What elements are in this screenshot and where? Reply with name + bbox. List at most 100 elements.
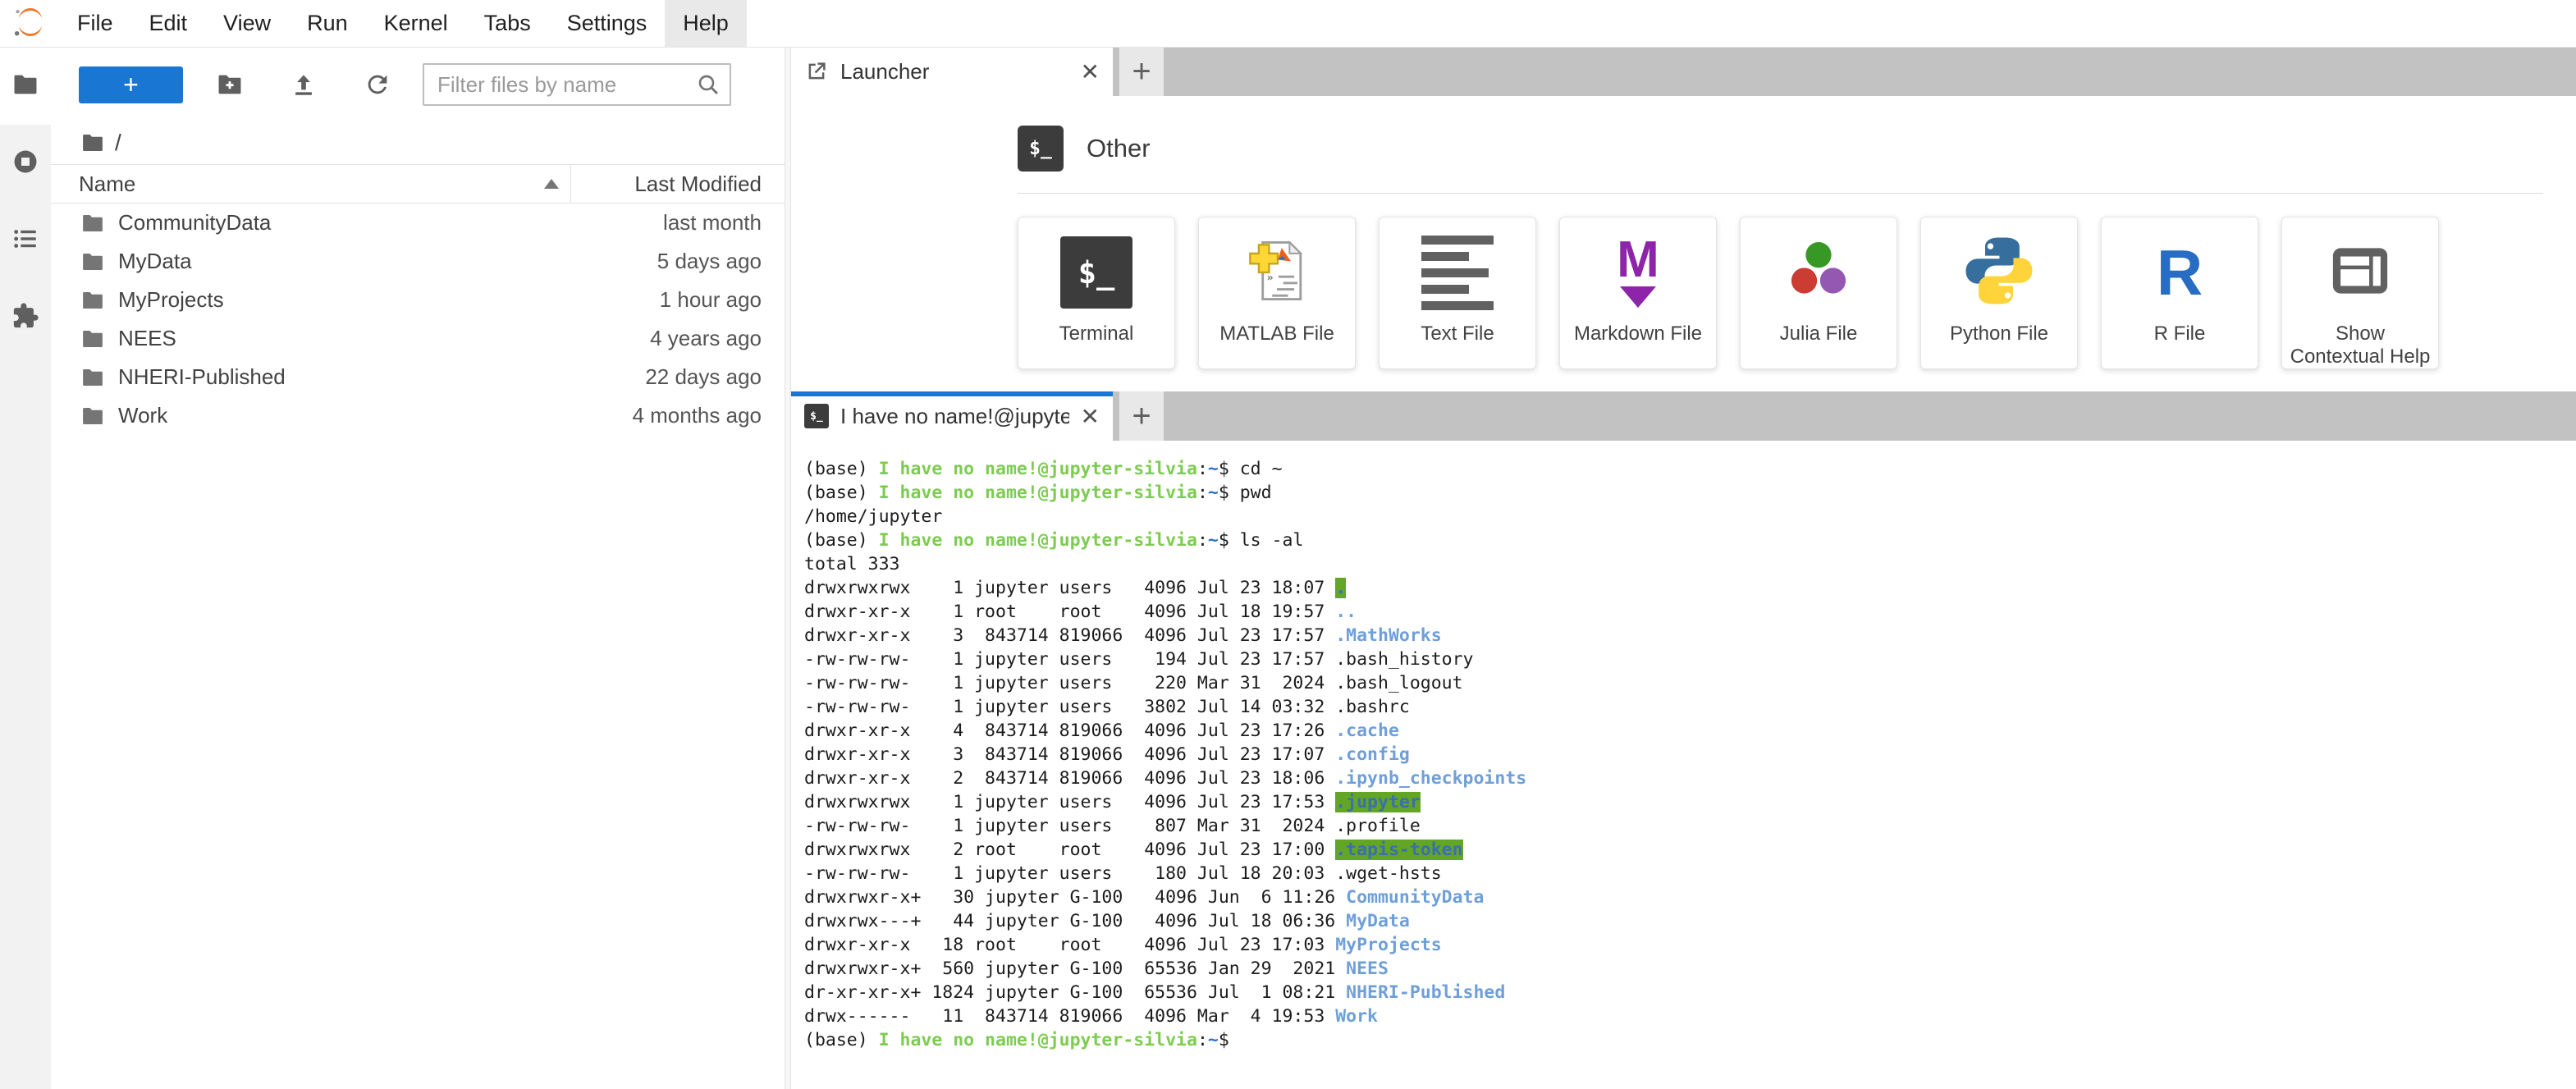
terminal-line: -rw-rw-rw- 1 jupyter users 194 Jul 23 17… [804,647,2576,671]
launcher-card-python[interactable]: Python File [1920,217,2078,369]
terminal-output[interactable]: (base) I have no name!@jupyter-silvia:~$… [791,441,2576,1089]
menu-item-settings[interactable]: Settings [549,0,666,47]
file-modified: 4 years ago [650,326,785,351]
terminal-line: -rw-rw-rw- 1 jupyter users 180 Jul 18 20… [804,862,2576,885]
file-list: CommunityDatalast monthMyData5 days agoM… [51,204,785,435]
terminal-line: drwxrwx---+ 44 jupyter G-100 4096 Jul 18… [804,909,2576,933]
menu-item-kernel[interactable]: Kernel [366,0,466,47]
file-list-header: Name Last Modified [51,164,785,204]
folder-icon [80,327,105,351]
left-sidebar [0,48,52,1089]
breadcrumb[interactable]: / [51,121,785,164]
menu-item-view[interactable]: View [205,0,289,47]
terminal-line: /home/jupyter [804,505,2576,528]
launcher-card-markdown[interactable]: MMarkdown File [1559,217,1717,369]
terminal-line: drwxr-xr-x 2 843714 819066 4096 Jul 23 1… [804,766,2576,790]
launcher-card-label: R File [2149,323,2211,345]
contextual-help-icon [2322,233,2398,313]
new-folder-icon[interactable] [216,71,244,98]
new-tab-button[interactable]: + [1119,391,1164,441]
file-browser-icon [11,71,39,103]
filter-files-input[interactable] [423,63,731,106]
terminal-icon: $_ [1060,236,1132,309]
panel-splitter[interactable] [785,48,791,1089]
main-dock: Launcher ✕ + $_ Other $_Terminal » MATLAB … [791,47,2576,1089]
terminal-line: -rw-rw-rw- 1 jupyter users 220 Mar 31 20… [804,671,2576,695]
launcher-card-label: Julia File [1775,323,1863,345]
terminal-line: drwxrwxrwx 2 root root 4096 Jul 23 17:00… [804,838,2576,862]
launcher-icon [804,59,829,84]
file-row-NHERI-Published[interactable]: NHERI-Published22 days ago [51,358,785,396]
launcher-card-text[interactable]: Text File [1379,217,1536,369]
column-header-last-modified[interactable]: Last Modified [570,165,785,203]
launcher-card-matlab[interactable]: » MATLAB File [1198,217,1356,369]
sidebar-tab-extensions[interactable] [0,279,51,356]
close-icon[interactable]: ✕ [1081,58,1100,85]
folder-icon [80,404,105,428]
menu-item-run[interactable]: Run [289,0,366,47]
filter-files-field [423,63,731,106]
search-icon [695,71,721,98]
section-divider [1018,193,2543,194]
launcher-card-terminal[interactable]: $_Terminal [1018,217,1175,369]
close-icon[interactable]: ✕ [1081,403,1100,430]
file-row-Work[interactable]: Work 4 months ago [51,396,785,435]
terminal-line: drwxr-xr-x 18 root root 4096 Jul 23 17:0… [804,933,2576,957]
r-icon: R [2157,240,2203,304]
launcher-card-label: Show Contextual Help [2282,323,2438,368]
terminal-line: (base) I have no name!@jupyter-silvia:~$… [804,481,2576,505]
file-name: Work [118,403,167,428]
terminal-icon: $_ [804,404,829,428]
terminal-line: (base) I have no name!@jupyter-silvia:~$… [804,457,2576,481]
refresh-icon[interactable] [364,71,391,98]
svg-text:»: » [1267,272,1274,284]
column-header-name[interactable]: Name [51,172,570,197]
launcher-body: $_ Other $_Terminal » MATLAB File Text File… [791,96,2576,391]
file-modified: 5 days ago [657,249,785,274]
terminal-section-icon: $_ [1018,126,1064,172]
file-modified: last month [663,210,785,236]
upload-icon[interactable] [290,71,318,98]
tab-terminal[interactable]: $_ I have no name!@jupyter-silvia ✕ [791,391,1113,441]
file-row-CommunityData[interactable]: CommunityDatalast month [51,204,785,242]
menu-item-edit[interactable]: Edit [131,0,206,47]
terminal-line: total 333 [804,552,2576,576]
file-row-MyData[interactable]: MyData5 days ago [51,242,785,281]
sidebar-tab-table-of-contents[interactable] [0,202,51,279]
python-icon [1961,233,2037,313]
terminal-line: drwxr-xr-x 4 843714 819066 4096 Jul 23 1… [804,719,2576,743]
file-name: MyProjects [118,287,224,313]
file-row-NEES[interactable]: NEES4 years ago [51,319,785,358]
file-browser-panel: + / Name Last Modified CommunityDatalast… [51,48,785,1089]
launcher-tab-bar: Launcher ✕ + [791,47,2576,96]
terminal-line: drwxrwxrwx 1 jupyter users 4096 Jul 23 1… [804,576,2576,600]
launcher-card-julia[interactable]: Julia File [1740,217,1897,369]
tab-terminal-label: I have no name!@jupyter-silvia [840,404,1069,429]
terminal-line: drwx------ 11 843714 819066 4096 Mar 4 1… [804,1004,2576,1028]
markdown-icon: M [1617,237,1659,308]
launcher-card-r[interactable]: R R File [2101,217,2258,369]
menu-item-tabs[interactable]: Tabs [466,0,549,47]
menu-item-help[interactable]: Help [665,0,747,47]
launcher-cards: $_Terminal » MATLAB File Text File MMarkdown… [1018,217,2543,369]
text-file-icon [1421,236,1494,310]
tab-launcher[interactable]: Launcher ✕ [791,47,1113,96]
terminal-line: -rw-rw-rw- 1 jupyter users 807 Mar 31 20… [804,814,2576,838]
sidebar-tab-running-sessions[interactable] [0,125,51,202]
launcher-card-label: MATLAB File [1215,323,1339,345]
home-folder-icon [80,130,105,155]
launcher-card-label: Text File [1416,323,1498,345]
launcher-card-contextual-help[interactable]: Show Contextual Help [2281,217,2439,369]
breadcrumb-root[interactable]: / [115,130,121,156]
menu-bar: FileEditViewRunKernelTabsSettingsHelp [0,0,2576,48]
menu-item-file[interactable]: File [59,0,131,47]
folder-icon [80,211,105,236]
sidebar-tab-file-browser[interactable] [0,48,51,125]
launcher-section-title: Other [1087,134,1151,163]
new-launcher-button[interactable]: + [79,66,183,103]
file-modified: 4 months ago [632,403,785,428]
terminal-line: -rw-rw-rw- 1 jupyter users 3802 Jul 14 0… [804,695,2576,719]
new-tab-button[interactable]: + [1119,47,1164,96]
file-row-MyProjects[interactable]: MyProjects1 hour ago [51,281,785,319]
terminal-line: (base) I have no name!@jupyter-silvia:~$… [804,528,2576,552]
